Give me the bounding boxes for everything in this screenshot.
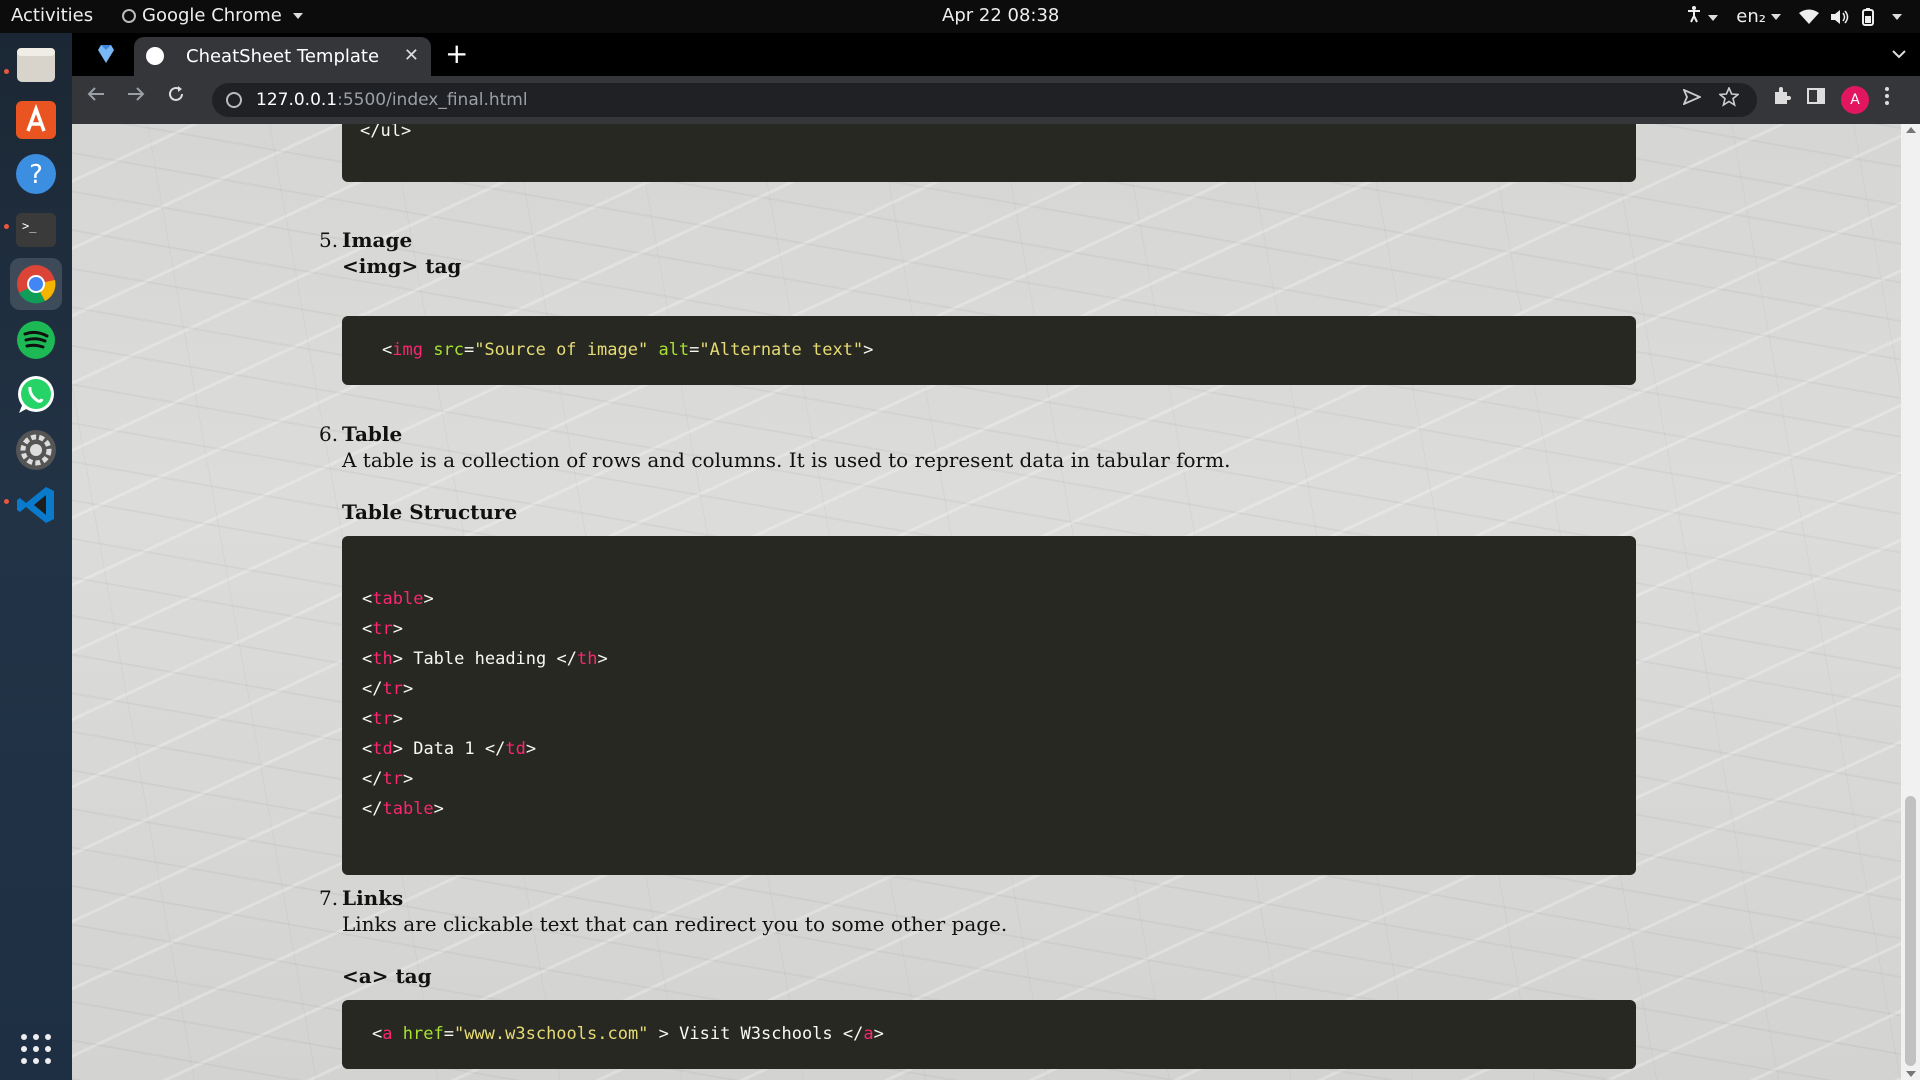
- running-indicator: [4, 69, 9, 74]
- page-scrollbar[interactable]: [1901, 124, 1920, 1080]
- extensions-icon[interactable]: [1772, 86, 1792, 111]
- code-line: </tr>: [362, 679, 414, 699]
- code-line: <table>: [362, 589, 434, 609]
- chrome-icon[interactable]: [10, 258, 62, 310]
- code-line: <a href="www.w3schools.com" > Visit W3sc…: [372, 1024, 884, 1044]
- svg-text:>_: >_: [22, 219, 37, 233]
- profile-avatar[interactable]: A: [1841, 86, 1869, 114]
- app-menu-label: Google Chrome: [142, 5, 282, 26]
- wifi-icon: [1799, 9, 1819, 24]
- volume-icon: [1831, 9, 1849, 24]
- code-lines: <table> <tr> <th> Table heading </th> </tr>…: [342, 536, 1636, 824]
- tab-cheatsheet[interactable]: CheatSheet Template ✕: [134, 37, 431, 76]
- send-to-device-icon[interactable]: [1682, 88, 1703, 110]
- section-number: 6.: [319, 422, 339, 446]
- back-button[interactable]: [86, 84, 106, 110]
- language-indicator[interactable]: en₂: [1736, 6, 1781, 27]
- clock[interactable]: Apr 22 08:38: [942, 5, 1059, 26]
- forward-button[interactable]: [126, 84, 146, 110]
- scrollbar-thumb[interactable]: [1905, 796, 1916, 1066]
- code-line: </tr>: [362, 769, 414, 789]
- vscode-icon[interactable]: [10, 479, 62, 531]
- files-icon[interactable]: [10, 38, 62, 90]
- menu-kebab-icon[interactable]: [1884, 86, 1890, 111]
- accessibility-icon[interactable]: [1685, 5, 1719, 28]
- code-line: <img src="Source of image" alt="Alternat…: [382, 340, 874, 360]
- url-host: 127.0.0.1: [256, 90, 338, 110]
- code-line: <tr>: [362, 709, 403, 729]
- code-line: <tr>: [362, 619, 403, 639]
- terminal-icon[interactable]: >_: [10, 204, 62, 256]
- scroll-up-arrow-icon[interactable]: [1906, 127, 1916, 133]
- code-block-links: <a href="www.w3schools.com" > Visit W3sc…: [342, 1000, 1636, 1069]
- pinned-tab-icon[interactable]: [98, 45, 114, 63]
- tab-title: CheatSheet Template: [186, 46, 380, 67]
- apps-grid-icon[interactable]: [10, 1023, 62, 1075]
- dock: ? >_: [0, 33, 72, 1080]
- activities-button[interactable]: Activities: [11, 5, 93, 26]
- code-line: <th> Table heading </th>: [362, 649, 608, 669]
- code-line: <td> Data 1 </td>: [362, 739, 537, 759]
- scroll-down-arrow-icon[interactable]: [1906, 1071, 1916, 1077]
- section-number: 5.: [319, 228, 339, 252]
- site-info-icon[interactable]: [226, 92, 242, 108]
- reload-button[interactable]: [166, 84, 186, 110]
- spotify-icon[interactable]: [10, 314, 62, 366]
- bookmark-star-icon[interactable]: [1717, 85, 1741, 112]
- svg-text:?: ?: [29, 160, 43, 190]
- battery-icon: [1862, 7, 1874, 26]
- running-indicator: [4, 499, 9, 504]
- system-top-bar: Activities Google Chrome Apr 22 08:38 en…: [0, 0, 1920, 33]
- app-menu[interactable]: Google Chrome: [122, 5, 303, 26]
- system-status-menu[interactable]: [1799, 7, 1902, 26]
- code-line: </ul>: [360, 124, 412, 141]
- section-description: A table is a collection of rows and colu…: [342, 448, 1231, 472]
- code-block-previous: </ul>: [342, 124, 1636, 182]
- address-bar[interactable]: 127.0.0.1:5500/index_final.html: [212, 83, 1757, 117]
- side-panel-icon[interactable]: [1806, 86, 1826, 111]
- whatsapp-icon[interactable]: [10, 369, 62, 421]
- new-tab-button[interactable]: +: [445, 37, 468, 71]
- code-line: </table>: [362, 799, 444, 819]
- tab-strip: CheatSheet Template ✕ +: [72, 33, 1920, 76]
- globe-icon: [146, 47, 164, 65]
- tab-search-chevron-icon[interactable]: [1892, 43, 1906, 64]
- settings-icon[interactable]: [10, 424, 62, 476]
- browser-toolbar: 127.0.0.1:5500/index_final.html A: [72, 76, 1920, 124]
- section-subtitle: <img> tag: [342, 254, 462, 278]
- section-title-table: Table: [342, 422, 403, 446]
- running-indicator: [4, 224, 9, 229]
- close-icon[interactable]: ✕: [404, 45, 419, 66]
- software-icon[interactable]: [10, 93, 62, 145]
- help-icon[interactable]: ?: [10, 148, 62, 200]
- url-path: :5500/index_final.html: [337, 90, 528, 110]
- chevron-down-icon: [292, 12, 303, 19]
- page-viewport: </ul> 5. Image <img> tag <img src="Sourc…: [72, 124, 1901, 1080]
- chrome-small-icon: [122, 8, 136, 23]
- section-title-links: Links: [342, 886, 404, 910]
- code-block-table: <table> <tr> <th> Table heading </th> </tr>…: [342, 536, 1636, 875]
- section-description: Links are clickable text that can redire…: [342, 912, 1008, 936]
- section-subtitle: Table Structure: [342, 500, 518, 524]
- status-area[interactable]: en₂: [1685, 5, 1902, 28]
- section-subtitle: <a> tag: [342, 964, 432, 988]
- code-block-image: <img src="Source of image" alt="Alternat…: [342, 316, 1636, 385]
- section-title-image: Image: [342, 228, 413, 252]
- section-number: 7.: [319, 886, 339, 910]
